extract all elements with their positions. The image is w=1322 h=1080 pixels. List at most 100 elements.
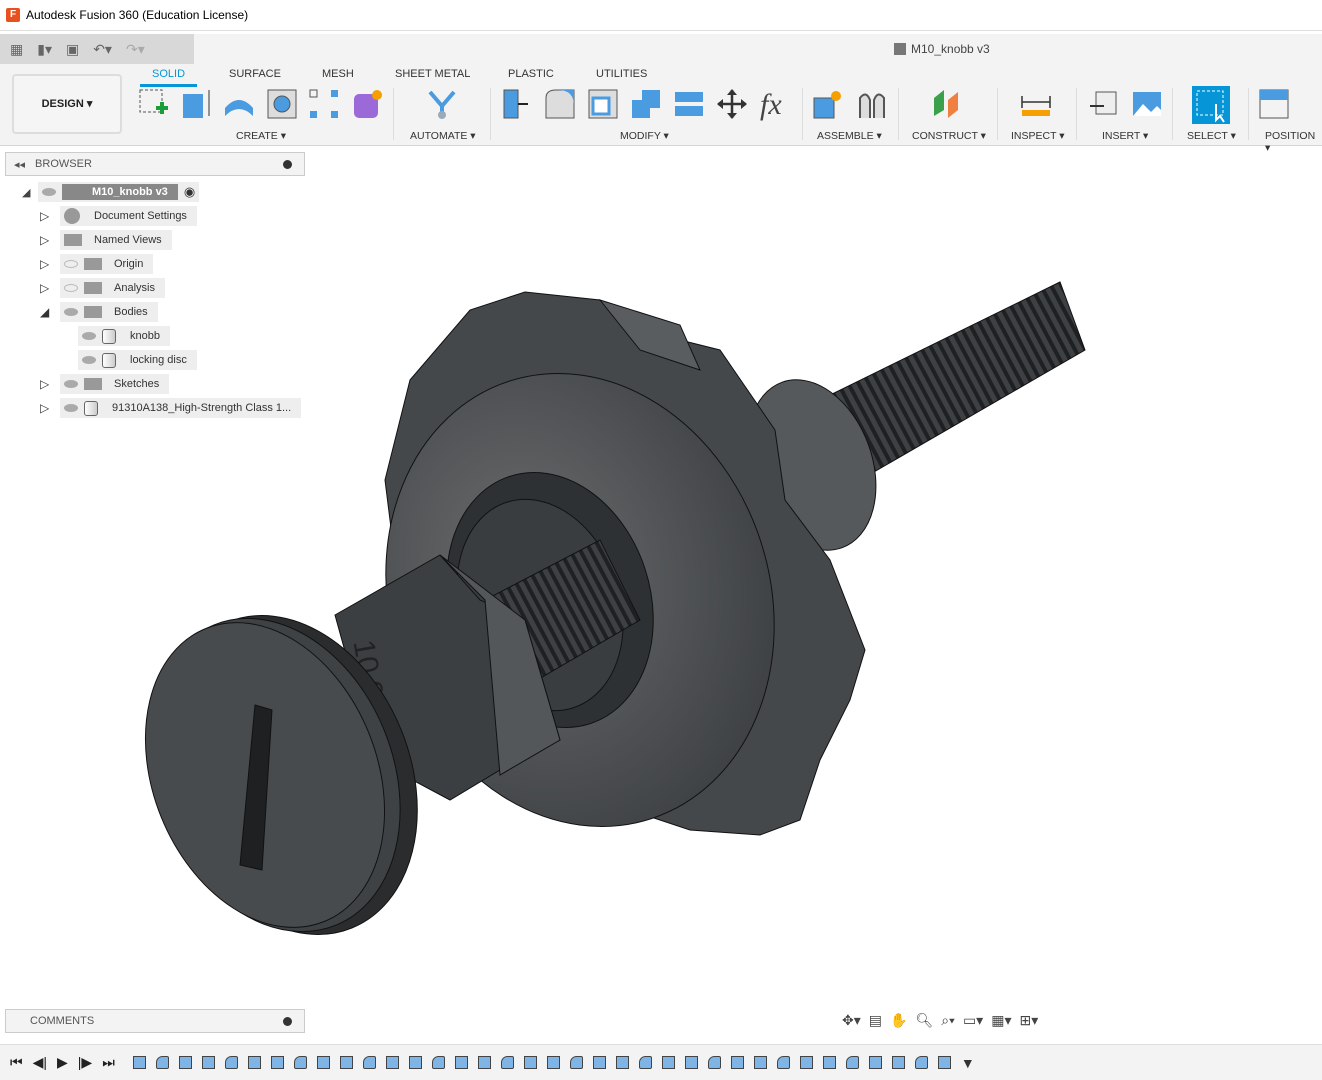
- play-icon[interactable]: ▶: [57, 1054, 68, 1071]
- timeline-feature-icon[interactable]: [477, 1056, 491, 1069]
- timeline-feature-icon[interactable]: [684, 1056, 698, 1069]
- press-pull-icon[interactable]: [500, 88, 532, 120]
- offset-plane-icon[interactable]: [930, 88, 962, 120]
- browser-root-item[interactable]: ◢ M10_knobb v3 ◉: [22, 182, 200, 202]
- step-back-icon[interactable]: ◀|: [33, 1054, 47, 1071]
- visibility-eye-icon[interactable]: [64, 260, 78, 268]
- timeline-feature-icon[interactable]: [845, 1056, 859, 1069]
- browser-item[interactable]: ▷ 91310A138_High-Strength Class 1...: [40, 398, 302, 418]
- timeline-feature-icon[interactable]: [799, 1056, 813, 1069]
- timeline-feature-icon[interactable]: [293, 1056, 307, 1069]
- new-component-icon[interactable]: [812, 88, 844, 120]
- timeline-feature-icon[interactable]: [178, 1056, 192, 1069]
- display-settings-icon[interactable]: ▭▾: [963, 1012, 983, 1029]
- shell-icon[interactable]: [587, 88, 619, 120]
- hole-icon[interactable]: [266, 88, 298, 120]
- visibility-eye-icon[interactable]: [64, 380, 78, 388]
- browser-item[interactable]: ▷ Named Views: [40, 230, 172, 250]
- go-to-start-icon[interactable]: ⏮: [10, 1054, 23, 1071]
- joint-icon[interactable]: [856, 88, 888, 120]
- pattern-icon[interactable]: [308, 88, 340, 120]
- timeline-feature-icon[interactable]: [316, 1056, 330, 1069]
- timeline-feature-icon[interactable]: [615, 1056, 629, 1069]
- timeline-feature-icon[interactable]: [753, 1056, 767, 1069]
- position-capture-icon[interactable]: [1258, 88, 1290, 120]
- modify-menu[interactable]: MODIFY ▾: [620, 130, 669, 142]
- move-icon[interactable]: [716, 88, 748, 120]
- visibility-eye-icon[interactable]: [82, 356, 96, 364]
- redo-icon[interactable]: ↷▾: [126, 41, 145, 58]
- automate-menu[interactable]: AUTOMATE ▾: [410, 130, 476, 142]
- browser-item[interactable]: ▷ Sketches: [40, 374, 170, 394]
- expand-icon[interactable]: ▷: [40, 233, 60, 247]
- timeline-feature-icon[interactable]: [339, 1056, 353, 1069]
- expand-icon[interactable]: ▷: [40, 209, 60, 223]
- construct-menu[interactable]: CONSTRUCT ▾: [912, 130, 986, 142]
- visibility-eye-icon[interactable]: [64, 404, 78, 412]
- timeline-feature-icon[interactable]: [362, 1056, 376, 1069]
- timeline-feature-icon[interactable]: [132, 1056, 146, 1069]
- browser-item[interactable]: locking disc: [58, 350, 197, 370]
- assemble-menu[interactable]: ASSEMBLE ▾: [817, 130, 882, 142]
- measure-icon[interactable]: [1020, 88, 1052, 120]
- timeline-feature-icon[interactable]: [201, 1056, 215, 1069]
- timeline-feature-icon[interactable]: [776, 1056, 790, 1069]
- create-form-icon[interactable]: [352, 88, 384, 120]
- timeline-feature-icon[interactable]: [914, 1056, 928, 1069]
- expand-icon[interactable]: ▷: [40, 401, 60, 415]
- expand-icon[interactable]: ◢: [40, 305, 60, 319]
- timeline-feature-icon[interactable]: [385, 1056, 399, 1069]
- timeline-feature-icon[interactable]: [569, 1056, 583, 1069]
- fit-icon[interactable]: ⌕▾: [941, 1012, 955, 1029]
- create-menu[interactable]: CREATE ▾: [236, 130, 286, 142]
- zoom-icon[interactable]: 🔍︎: [915, 1012, 933, 1029]
- combine-icon[interactable]: [630, 88, 662, 120]
- timeline-feature-icon[interactable]: [730, 1056, 744, 1069]
- collapse-icon[interactable]: ◢: [22, 186, 38, 199]
- pan-icon[interactable]: ✋: [890, 1012, 907, 1029]
- timeline-feature-icon[interactable]: [638, 1056, 652, 1069]
- tab-plastic[interactable]: PLASTIC: [508, 68, 554, 80]
- timeline-feature-icon[interactable]: [661, 1056, 675, 1069]
- select-menu[interactable]: SELECT ▾: [1187, 130, 1236, 142]
- timeline-feature-icon[interactable]: [891, 1056, 905, 1069]
- visibility-eye-icon[interactable]: [64, 284, 78, 292]
- timeline-feature-icon[interactable]: [247, 1056, 261, 1069]
- expand-icon[interactable]: ▷: [40, 281, 60, 295]
- visibility-eye-icon[interactable]: [42, 188, 56, 196]
- browser-item[interactable]: ◢ Bodies: [40, 302, 158, 322]
- save-icon[interactable]: ▣: [66, 41, 79, 58]
- grid-settings-icon[interactable]: ▦▾: [991, 1012, 1011, 1029]
- parameters-fx-icon[interactable]: fx: [760, 88, 792, 121]
- undo-icon[interactable]: ↶▾: [93, 41, 112, 58]
- timeline-feature-icon[interactable]: [224, 1056, 238, 1069]
- timeline-feature-icon[interactable]: [454, 1056, 468, 1069]
- timeline-feature-icon[interactable]: [408, 1056, 422, 1069]
- activate-radio-icon[interactable]: ◉: [184, 184, 195, 200]
- file-menu-icon[interactable]: ▮▾: [37, 41, 52, 58]
- browser-item[interactable]: ▷ Origin: [40, 254, 154, 274]
- create-sketch-icon[interactable]: [138, 88, 170, 120]
- tab-solid[interactable]: SOLID: [139, 68, 198, 87]
- revolve-icon[interactable]: [223, 88, 255, 120]
- timeline-feature-icon[interactable]: [431, 1056, 445, 1069]
- tab-utilities[interactable]: UTILITIES: [596, 68, 647, 80]
- timeline-feature-icon[interactable]: [822, 1056, 836, 1069]
- expand-icon[interactable]: ▷: [40, 257, 60, 271]
- workspace-switcher[interactable]: DESIGN ▾: [12, 74, 122, 134]
- document-tab[interactable]: M10_knobb v3: [894, 42, 990, 56]
- automate-icon[interactable]: [426, 88, 458, 120]
- visibility-eye-icon[interactable]: [64, 308, 78, 316]
- timeline-feature-icon[interactable]: [937, 1056, 951, 1069]
- insert-canvas-icon[interactable]: [1131, 88, 1163, 120]
- visibility-eye-icon[interactable]: [82, 332, 96, 340]
- timeline-feature-icon[interactable]: [546, 1056, 560, 1069]
- look-at-icon[interactable]: ▤: [869, 1012, 882, 1029]
- timeline-feature-icon[interactable]: [707, 1056, 721, 1069]
- inspect-menu[interactable]: INSPECT ▾: [1011, 130, 1065, 142]
- browser-item[interactable]: ▷ Document Settings: [40, 206, 197, 226]
- orbit-icon[interactable]: ✥▾: [842, 1012, 861, 1029]
- insert-menu[interactable]: INSERT ▾: [1102, 130, 1148, 142]
- fillet-icon[interactable]: [544, 88, 576, 120]
- 3d-viewport[interactable]: 10.9: [0, 146, 1322, 1036]
